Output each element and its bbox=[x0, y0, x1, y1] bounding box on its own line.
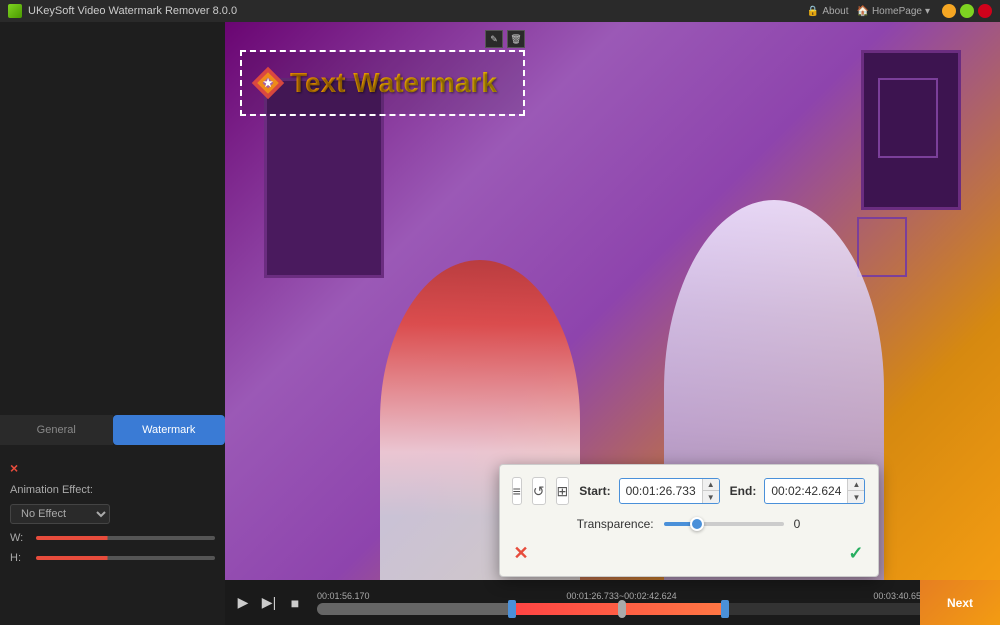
start-label: Start: bbox=[579, 484, 610, 498]
watermark-logo-icon: ★ bbox=[250, 65, 286, 101]
titlebar-left: UKeySoft Video Watermark Remover 8.0.0 bbox=[8, 4, 237, 18]
end-time-spinners: ▲ ▼ bbox=[847, 479, 864, 503]
play-button[interactable]: ▶ bbox=[233, 593, 253, 613]
end-time-down[interactable]: ▼ bbox=[848, 491, 864, 503]
start-time-spinners: ▲ ▼ bbox=[702, 479, 719, 503]
end-time-value: 00:02:42.624 bbox=[765, 481, 847, 501]
watermark-content: ★ Text Watermark bbox=[242, 52, 523, 114]
timeline-playhead[interactable] bbox=[618, 600, 626, 618]
stop-icon: ■ bbox=[291, 595, 299, 611]
start-time-value: 00:01:26.733 bbox=[620, 481, 702, 501]
watermark-text: Text Watermark bbox=[290, 67, 497, 99]
titlebar: UKeySoft Video Watermark Remover 8.0.0 🔒… bbox=[0, 0, 1000, 22]
dialog-cancel-button[interactable]: ✕ bbox=[514, 543, 529, 564]
main-layout: General Watermark × Animation Effect: No… bbox=[0, 22, 1000, 625]
bg-rect1 bbox=[878, 78, 938, 158]
animation-row: Animation Effect: bbox=[10, 484, 215, 496]
delete-watermark-button[interactable]: 🗑 bbox=[507, 30, 525, 48]
app-icon bbox=[8, 4, 22, 18]
end-label: End: bbox=[730, 484, 757, 498]
controls-bar: ▶ ▶| ■ 00:01:56.170 00:01:26.733~00:02:4… bbox=[225, 580, 1000, 625]
about-link[interactable]: 🔒 About bbox=[807, 6, 849, 17]
next-button[interactable]: Next bbox=[920, 580, 1000, 625]
tab-watermark[interactable]: Watermark bbox=[113, 415, 226, 445]
dialog-top-row: ≡ ↺ ⊞ Start: 00:01:26.733 ▲ ▼ bbox=[514, 477, 864, 505]
svg-text:★: ★ bbox=[263, 78, 273, 90]
animation-label: Animation Effect: bbox=[10, 484, 100, 496]
watermark-selection[interactable]: ✎ 🗑 ★ Text Watermark bbox=[240, 50, 525, 116]
timeline-handle-right[interactable] bbox=[721, 600, 729, 618]
trash-icon: 🗑 bbox=[510, 34, 521, 45]
play-icon: ▶ bbox=[238, 594, 249, 611]
homepage-link[interactable]: 🏠 HomePage ▾ bbox=[856, 6, 930, 17]
chevron-down-icon: ▾ bbox=[925, 6, 930, 17]
start-time-group: Start: 00:01:26.733 ▲ ▼ bbox=[579, 478, 719, 504]
bg-rect2 bbox=[857, 217, 907, 277]
time-end: 00:03:40.659 bbox=[873, 591, 926, 601]
home-icon: 🏠 bbox=[856, 6, 868, 17]
tab-general[interactable]: General bbox=[0, 415, 113, 445]
h-label: H: bbox=[10, 552, 30, 564]
timeline-handle-left[interactable] bbox=[508, 600, 516, 618]
end-time-group: End: 00:02:42.624 ▲ ▼ bbox=[730, 478, 866, 504]
refresh-icon: ↺ bbox=[533, 483, 545, 500]
video-area: ✎ 🗑 ★ Text Watermark bbox=[225, 22, 1000, 625]
close-button[interactable] bbox=[978, 4, 992, 18]
titlebar-nav: 🔒 About 🏠 HomePage ▾ bbox=[807, 6, 930, 17]
close-btn-row: × bbox=[10, 460, 215, 476]
minimize-button[interactable] bbox=[942, 4, 956, 18]
transparency-row: Transparence: 0 bbox=[514, 517, 864, 531]
transparency-label: Transparence: bbox=[577, 517, 654, 531]
grid-button[interactable]: ⊞ bbox=[556, 477, 570, 505]
watermark-toolbar: ✎ 🗑 bbox=[485, 30, 525, 48]
sidebar-tabs: General Watermark bbox=[0, 415, 225, 445]
start-time-input[interactable]: 00:01:26.733 ▲ ▼ bbox=[619, 478, 720, 504]
start-time-down[interactable]: ▼ bbox=[703, 491, 719, 503]
no-effect-row: No Effect bbox=[10, 504, 215, 524]
w-label: W: bbox=[10, 532, 30, 544]
grid-icon: ⊞ bbox=[557, 483, 569, 500]
filter-button[interactable]: ≡ bbox=[512, 477, 522, 505]
transparency-handle[interactable] bbox=[690, 517, 704, 531]
forward-icon: ▶| bbox=[262, 594, 276, 611]
h-slider-row: H: bbox=[10, 552, 215, 564]
maximize-button[interactable] bbox=[960, 4, 974, 18]
refresh-button[interactable]: ↺ bbox=[532, 477, 546, 505]
w-slider[interactable] bbox=[36, 536, 215, 540]
forward-button[interactable]: ▶| bbox=[259, 593, 279, 613]
titlebar-right: 🔒 About 🏠 HomePage ▾ bbox=[807, 4, 992, 18]
transparency-value: 0 bbox=[794, 517, 801, 531]
stop-button[interactable]: ■ bbox=[285, 593, 305, 613]
edit-icon: ✎ bbox=[490, 34, 498, 45]
sidebar-content: × Animation Effect: No Effect W: H: bbox=[0, 450, 225, 625]
titlebar-title: UKeySoft Video Watermark Remover 8.0.0 bbox=[28, 5, 237, 17]
dialog-bottom-row: ✕ ✓ bbox=[514, 543, 864, 564]
timeline-track[interactable] bbox=[317, 603, 926, 615]
timeline-container: 00:01:56.170 00:01:26.733~00:02:42.624 0… bbox=[317, 591, 926, 615]
h-slider[interactable] bbox=[36, 556, 215, 560]
start-time-up[interactable]: ▲ bbox=[703, 479, 719, 491]
time-current: 00:01:56.170 bbox=[317, 591, 370, 601]
end-time-up[interactable]: ▲ bbox=[848, 479, 864, 491]
sidebar: General Watermark × Animation Effect: No… bbox=[0, 22, 225, 625]
time-dialog: ≡ ↺ ⊞ Start: 00:01:26.733 ▲ ▼ bbox=[499, 464, 879, 577]
titlebar-controls bbox=[942, 4, 992, 18]
end-time-input[interactable]: 00:02:42.624 ▲ ▼ bbox=[764, 478, 865, 504]
timeline-progress bbox=[317, 603, 512, 615]
remove-watermark-button[interactable]: × bbox=[10, 460, 18, 476]
transparency-slider[interactable] bbox=[664, 522, 784, 526]
filter-icon: ≡ bbox=[513, 483, 521, 499]
dialog-confirm-button[interactable]: ✓ bbox=[848, 543, 863, 564]
lock-icon: 🔒 bbox=[807, 6, 819, 17]
w-slider-row: W: bbox=[10, 532, 215, 544]
animation-select[interactable]: No Effect bbox=[10, 504, 110, 524]
edit-watermark-button[interactable]: ✎ bbox=[485, 30, 503, 48]
